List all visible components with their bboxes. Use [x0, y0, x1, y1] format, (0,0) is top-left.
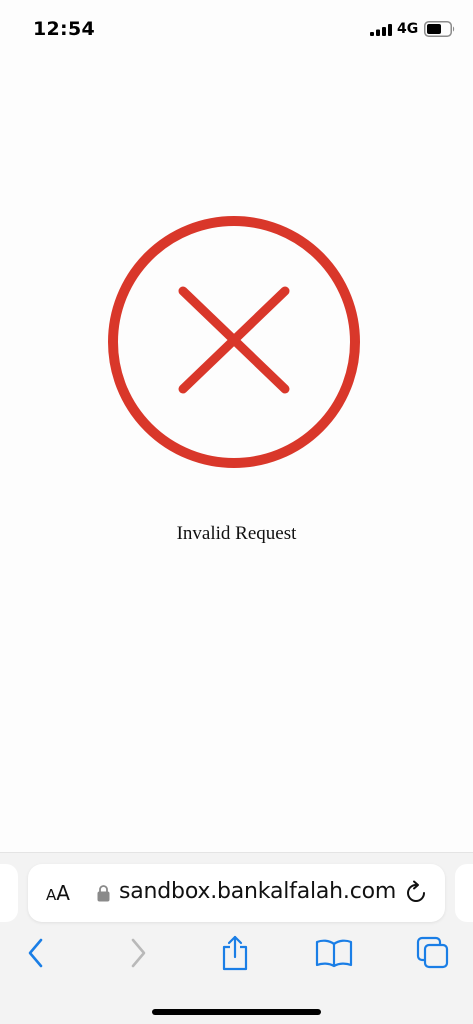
- network-type: 4G: [397, 21, 419, 37]
- back-button[interactable]: [16, 933, 56, 973]
- error-x-circle-icon: [108, 216, 360, 468]
- reload-icon[interactable]: [403, 880, 429, 906]
- page-settings-button[interactable]: AA: [46, 881, 70, 905]
- lock-icon: [97, 885, 110, 902]
- forward-button[interactable]: [118, 933, 158, 973]
- reader-label-small: A: [46, 886, 57, 904]
- tabs-icon: [416, 936, 449, 969]
- previous-tab-peek[interactable]: [0, 864, 18, 922]
- address-bar[interactable]: AA sandbox.bankalfalah.com: [28, 864, 445, 922]
- status-time: 12:54: [33, 18, 95, 40]
- share-icon: [222, 935, 248, 971]
- cellular-signal-icon: [370, 24, 392, 36]
- back-icon: [28, 938, 43, 968]
- bookmarks-icon: [315, 939, 353, 968]
- url-text[interactable]: sandbox.bankalfalah.com: [119, 879, 396, 904]
- next-tab-peek[interactable]: [455, 864, 473, 922]
- browser-toolbar: AA sandbox.bankalfalah.com: [0, 852, 473, 1024]
- bookmarks-button[interactable]: [314, 933, 354, 973]
- navigation-bar: [0, 933, 473, 977]
- status-bar: 12:54 4G: [0, 0, 473, 52]
- battery-icon: [424, 21, 455, 37]
- reader-label-large: A: [56, 881, 70, 905]
- error-message: Invalid Request: [176, 523, 297, 544]
- forward-icon: [131, 938, 146, 968]
- share-button[interactable]: [215, 933, 255, 973]
- tabs-button[interactable]: [413, 933, 453, 973]
- home-indicator[interactable]: [152, 1009, 321, 1015]
- web-content: Invalid Request: [0, 52, 473, 852]
